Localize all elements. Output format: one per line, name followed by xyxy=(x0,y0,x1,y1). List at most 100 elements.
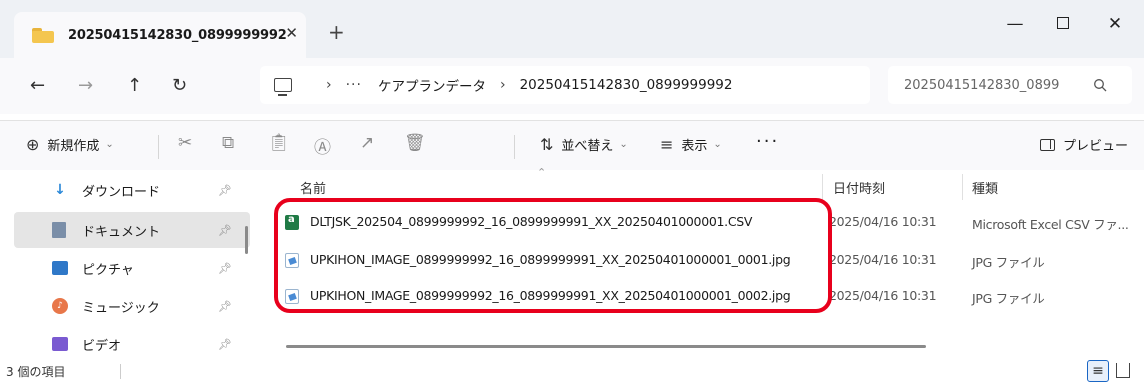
navigation-bar: ← → ↑ ↻ › ··· ケアプランデータ › 20250415142830_… xyxy=(0,58,1144,114)
pin-icon[interactable]: 📌︎ xyxy=(218,184,232,197)
view-button[interactable]: ≡ 表示 ⌄ xyxy=(660,135,722,154)
file-type: Microsoft Excel CSV ファ... xyxy=(972,217,1129,232)
details-view-button[interactable]: ≡ xyxy=(1087,360,1109,382)
new-button[interactable]: ⊕ 新規作成 ⌄ xyxy=(26,135,114,154)
sidebar-item-videos[interactable]: ビデオ 📌︎ xyxy=(14,326,250,362)
sort-button[interactable]: ⇅ 並べ替え ⌄ xyxy=(540,135,628,154)
pin-icon[interactable]: 📌︎ xyxy=(218,224,232,237)
file-name: UPKIHON_IMAGE_0899999992_16_0899999991_X… xyxy=(310,288,791,303)
maximize-button[interactable] xyxy=(1048,14,1078,34)
file-row[interactable]: UPKIHON_IMAGE_0899999992_16_0899999991_X… xyxy=(262,278,1144,314)
share-icon[interactable]: ↗ xyxy=(360,133,374,153)
sidebar-item-label: ミュージック xyxy=(82,300,160,316)
more-options-button[interactable]: ··· xyxy=(756,131,779,152)
maximize-icon xyxy=(1057,17,1069,29)
paste-icon[interactable]: 📋︎ xyxy=(268,133,290,153)
excel-csv-icon xyxy=(285,214,299,230)
search-input[interactable] xyxy=(904,77,1089,93)
tab-current-folder[interactable]: 20250415142830_0899999992 ✕ xyxy=(14,12,306,58)
divider xyxy=(120,364,121,379)
refresh-button[interactable]: ↻ xyxy=(172,75,187,96)
column-header-date[interactable]: 日付時刻 xyxy=(833,178,885,197)
column-separator[interactable] xyxy=(822,174,823,200)
new-tab-button[interactable]: + xyxy=(328,20,345,44)
sort-icon: ⇅ xyxy=(540,135,554,154)
title-bar: 20250415142830_0899999992 ✕ + — ✕ xyxy=(0,0,1144,58)
download-icon: ↓ xyxy=(54,182,66,198)
preview-label: プレビュー xyxy=(1063,139,1129,154)
file-date: 2025/04/16 10:31 xyxy=(829,252,937,267)
sidebar-item-documents[interactable]: ドキュメント 📌︎ xyxy=(14,212,250,248)
jpg-file-icon xyxy=(285,253,299,268)
nav-pane-scrollbar[interactable] xyxy=(245,226,248,254)
forward-button[interactable]: → xyxy=(78,75,93,96)
pin-icon[interactable]: 📌︎ xyxy=(218,262,232,275)
horizontal-scrollbar[interactable] xyxy=(286,345,926,348)
documents-icon xyxy=(52,222,66,238)
breadcrumb-current-folder[interactable]: 20250415142830_0899999992 xyxy=(520,77,733,93)
plus-circle-icon: ⊕ xyxy=(26,135,40,154)
delete-icon[interactable]: 🗑︎ xyxy=(404,133,426,153)
file-name: DLTJSK_202504_0899999992_16_0899999991_X… xyxy=(310,214,753,229)
tiles-view-icon[interactable] xyxy=(1116,363,1130,378)
chevron-down-icon: ⌄ xyxy=(713,139,722,150)
chevron-right-icon[interactable]: › xyxy=(500,77,506,93)
column-header-row: ⌃ 名前 日付時刻 種類 xyxy=(262,166,1144,204)
sidebar-item-label: ドキュメント xyxy=(82,224,161,240)
preview-pane-icon xyxy=(1040,138,1055,151)
file-type: JPG ファイル xyxy=(972,255,1045,270)
details-view-icon: ≡ xyxy=(1092,363,1104,379)
view-label: 表示 xyxy=(681,139,708,154)
breadcrumb-care-plan-data[interactable]: ケアプランデータ xyxy=(378,75,486,95)
new-label: 新規作成 xyxy=(47,139,100,154)
folder-icon xyxy=(32,27,54,43)
sidebar-item-music[interactable]: ♪ ミュージック 📌︎ xyxy=(14,288,250,324)
column-header-type[interactable]: 種類 xyxy=(972,178,998,197)
tab-close-button[interactable]: ✕ xyxy=(285,24,298,42)
pin-icon[interactable]: 📌︎ xyxy=(218,338,232,351)
search-box[interactable] xyxy=(888,66,1132,104)
pictures-icon xyxy=(52,261,68,275)
videos-icon xyxy=(52,337,68,351)
sidebar-item-label: ビデオ xyxy=(82,338,122,354)
cut-icon[interactable]: ✂ xyxy=(178,133,192,153)
address-overflow-button[interactable]: ··· xyxy=(346,77,362,93)
sidebar-item-label: ダウンロード xyxy=(82,184,161,200)
sidebar-item-pictures[interactable]: ピクチャ 📌︎ xyxy=(14,250,250,286)
up-button[interactable]: ↑ xyxy=(127,75,142,96)
file-list: ⌃ 名前 日付時刻 種類 DLTJSK_202504_0899999992_16… xyxy=(262,166,1144,360)
this-pc-icon[interactable] xyxy=(274,78,292,96)
navigation-pane: ↓ ダウンロード 📌︎ ドキュメント 📌︎ ピクチャ 📌︎ ♪ ミュージック 📌… xyxy=(0,170,258,360)
preview-pane-button[interactable]: プレビュー xyxy=(1040,135,1128,154)
sort-ascending-icon: ⌃ xyxy=(537,166,547,179)
item-count: 3 個の項目 xyxy=(6,365,66,379)
back-button[interactable]: ← xyxy=(30,75,45,96)
view-lines-icon: ≡ xyxy=(660,135,674,154)
column-separator[interactable] xyxy=(962,174,963,200)
pin-icon[interactable]: 📌︎ xyxy=(218,300,232,313)
address-bar[interactable]: › ··· ケアプランデータ › 20250415142830_08999999… xyxy=(260,66,870,104)
divider xyxy=(514,135,515,159)
rename-icon[interactable]: Ⓐ xyxy=(314,133,331,158)
file-date: 2025/04/16 10:31 xyxy=(829,288,937,303)
copy-icon[interactable]: ⧉ xyxy=(222,133,234,153)
file-date: 2025/04/16 10:31 xyxy=(829,214,937,229)
sort-label: 並べ替え xyxy=(561,139,614,154)
window-close-button[interactable]: ✕ xyxy=(1100,14,1130,34)
search-icon[interactable] xyxy=(1093,78,1107,92)
file-name: UPKIHON_IMAGE_0899999992_16_0899999991_X… xyxy=(310,252,791,267)
command-bar: ⊕ 新規作成 ⌄ ✂ ⧉ 📋︎ Ⓐ ↗ 🗑︎ ⇅ 並べ替え ⌄ ≡ 表示 ⌄ ·… xyxy=(0,120,1144,170)
tab-title: 20250415142830_0899999992 xyxy=(68,27,287,43)
jpg-file-icon xyxy=(285,289,299,304)
file-row[interactable]: UPKIHON_IMAGE_0899999992_16_0899999991_X… xyxy=(262,242,1144,278)
sidebar-item-downloads[interactable]: ↓ ダウンロード 📌︎ xyxy=(14,172,250,208)
chevron-right-icon[interactable]: › xyxy=(326,77,332,93)
file-row[interactable]: DLTJSK_202504_0899999992_16_0899999991_X… xyxy=(262,204,1144,240)
music-icon: ♪ xyxy=(52,298,68,314)
file-type: JPG ファイル xyxy=(972,291,1045,306)
column-header-name[interactable]: 名前 xyxy=(300,178,326,197)
divider xyxy=(158,135,159,159)
minimize-button[interactable]: — xyxy=(1000,14,1030,34)
chevron-down-icon: ⌄ xyxy=(105,139,114,150)
chevron-down-icon: ⌄ xyxy=(619,139,628,150)
